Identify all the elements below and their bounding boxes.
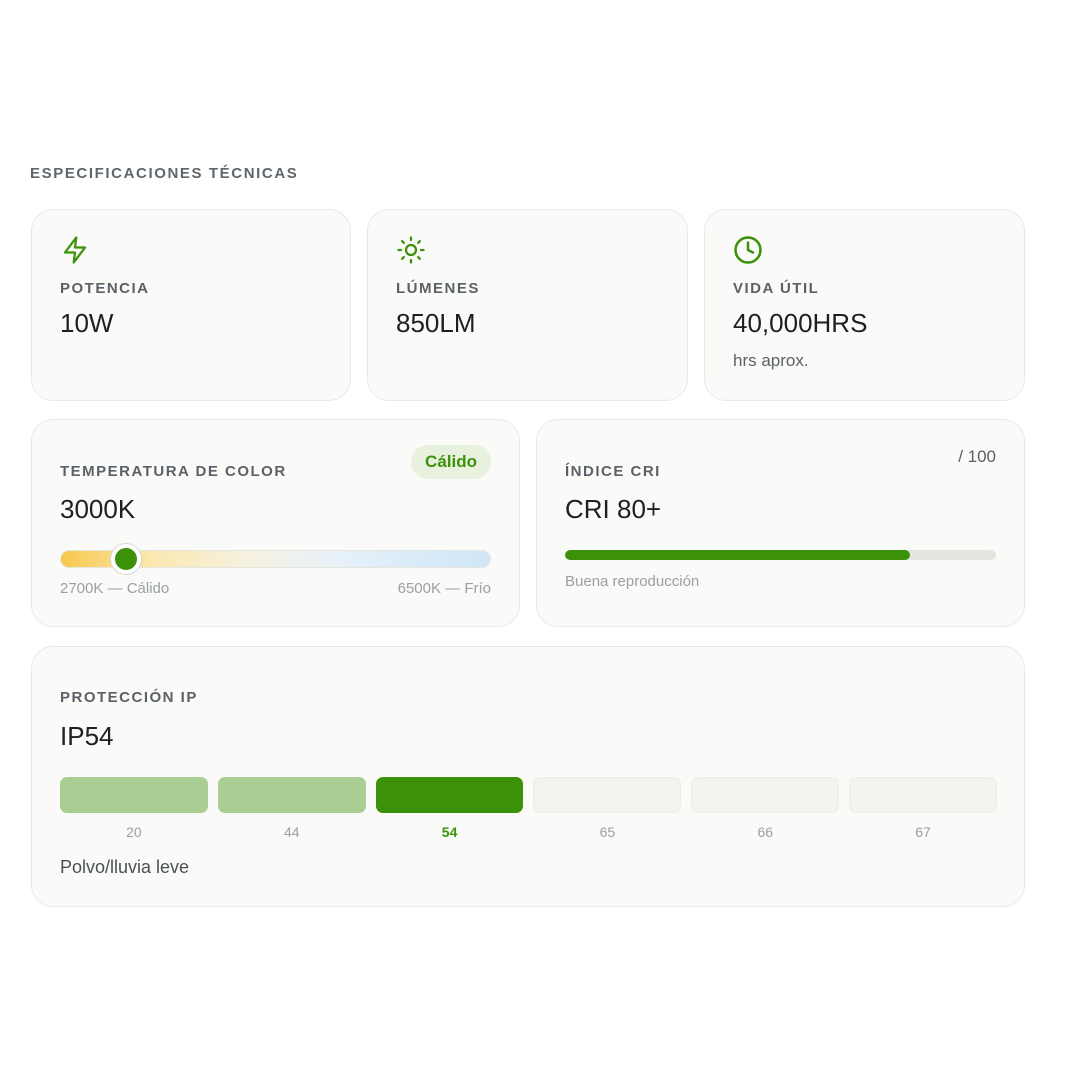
ip-value: IP54 — [60, 721, 114, 751]
status-badge: Cálido — [411, 445, 491, 479]
ip-level-number: 67 — [915, 824, 931, 840]
cri-value: CRI 80+ — [565, 494, 662, 524]
color-temp-marker — [110, 544, 141, 574]
power-card: POTENCIA 10W — [31, 209, 351, 401]
color-temp-label: TEMPERATURA DE COLOR — [60, 463, 287, 480]
cri-progress-bar — [565, 550, 996, 560]
cri-label: ÍNDICE CRI — [565, 463, 661, 480]
ip-level-number: 20 — [126, 824, 142, 840]
ip-scale: 20 44 54 65 66 67 — [60, 777, 997, 857]
lifespan-value: 40,000HRS — [733, 308, 868, 338]
range-min-label: 2700K — Cálido — [60, 580, 170, 597]
lifespan-label: VIDA ÚTIL — [733, 280, 820, 297]
lumens-label: LÚMENES — [396, 280, 480, 297]
ip-level-block — [533, 777, 682, 813]
ip-level-54: 54 — [375, 777, 524, 857]
lifespan-sub: hrs aprox. — [733, 351, 809, 370]
ip-level-block — [375, 777, 524, 813]
ip-level-65: 65 — [533, 777, 682, 857]
ip-level-number: 65 — [599, 824, 616, 840]
cri-note: Buena reproducción — [565, 573, 700, 590]
section-title: ESPECIFICACIONES TÉCNICAS — [30, 165, 299, 182]
clock-icon — [733, 235, 763, 265]
ip-level-block — [849, 777, 997, 813]
cri-card: ÍNDICE CRI / 100 CRI 80+ Buena reproducc… — [536, 419, 1025, 627]
ip-level-66: 66 — [691, 777, 840, 857]
ip-label: PROTECCIÓN IP — [60, 689, 198, 706]
sun-icon — [396, 235, 426, 265]
ip-level-44: 44 — [217, 777, 366, 857]
color-temp-gradient-bar — [60, 544, 491, 574]
color-temp-value: 3000K — [60, 494, 136, 524]
ip-card: PROTECCIÓN IP IP54 20 44 54 65 66 67 Polvo/ll… — [31, 646, 1025, 907]
ip-level-number: 66 — [757, 824, 774, 840]
ip-level-number: 54 — [441, 824, 458, 840]
cri-scale-label: / 100 — [958, 447, 996, 466]
ip-level-20: 20 — [60, 777, 208, 857]
lifespan-card: VIDA ÚTIL 40,000HRS hrs aprox. — [704, 209, 1025, 401]
ip-description: Polvo/lluvia leve — [60, 857, 190, 877]
ip-level-block — [691, 777, 840, 813]
ip-level-block — [60, 777, 208, 813]
ip-level-67: 67 — [849, 777, 997, 857]
range-max-label: 6500K — Frío — [397, 580, 491, 597]
lumens-value: 850LM — [396, 308, 476, 338]
color-temp-card: TEMPERATURA DE COLOR Cálido 3000K 2700K … — [31, 419, 520, 627]
ip-level-number: 44 — [283, 824, 300, 840]
ip-level-block — [217, 777, 366, 813]
power-label: POTENCIA — [60, 280, 150, 297]
lumens-card: LÚMENES 850LM — [367, 209, 688, 401]
power-value: 10W — [60, 308, 114, 338]
bolt-icon — [60, 235, 90, 265]
cri-progress-fill — [565, 550, 910, 560]
